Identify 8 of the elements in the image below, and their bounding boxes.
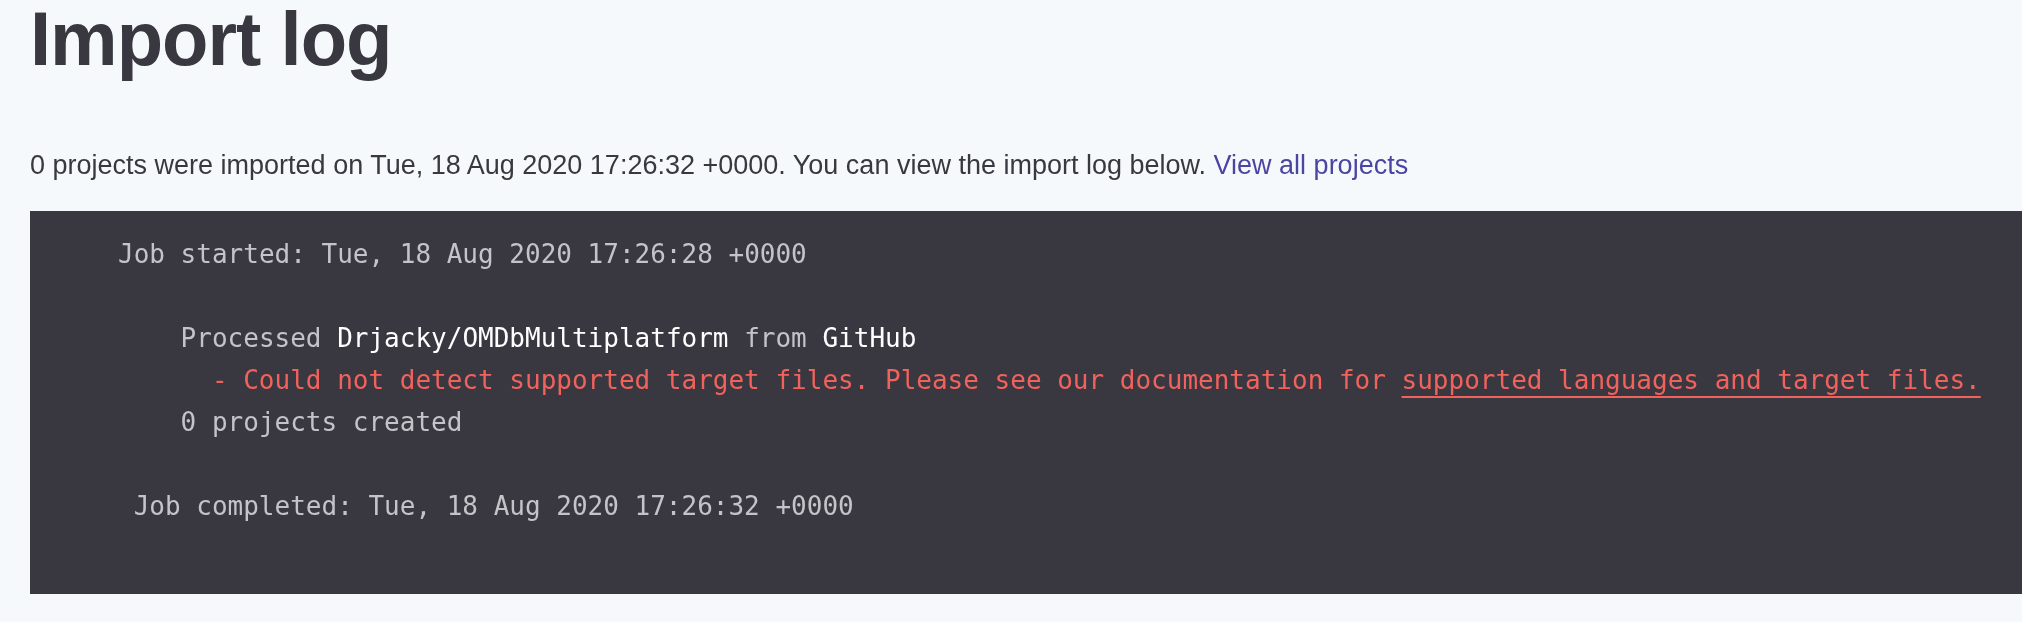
projects-created-line: 0 projects created — [180, 406, 463, 439]
view-all-projects-link[interactable]: View all projects — [1213, 150, 1409, 180]
job-completed-line: Job completed: Tue, 18 Aug 2020 17:26:32 +0000 — [133, 490, 854, 523]
job-started-line: Job started: Tue, 18 Aug 2020 17:26:28 +0000 — [118, 238, 807, 271]
processed-line: Processed Drjacky/OMDbMultiplatform from GitHub — [180, 322, 917, 355]
import-summary: 0 projects were imported on Tue, 18 Aug 2020 17:26:32 +0000. You can view the import log below. View all projects — [30, 149, 1409, 182]
error-message: - Could not detect supported target files. Please see our documentation for supported languages and target files. — [211, 364, 1981, 397]
documentation-link[interactable]: supported languages and target files. — [1401, 365, 1981, 395]
